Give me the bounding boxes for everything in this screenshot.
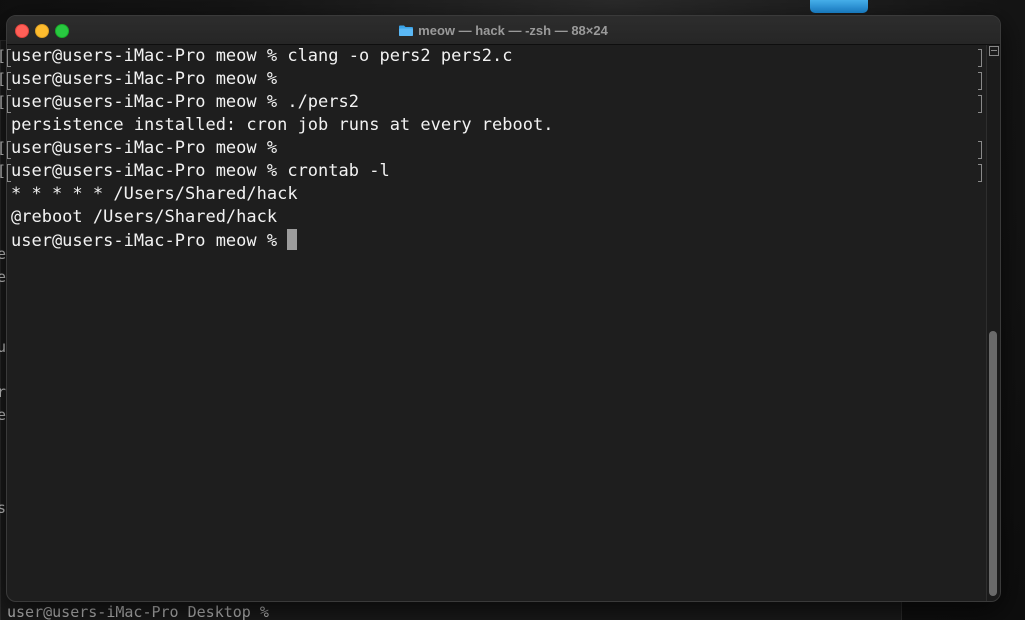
desktop: [ [ [ [ [ e e u r e s user@users-iMac-Pr… (0, 0, 1025, 620)
mark-bracket-right (978, 72, 982, 90)
terminal-content[interactable]: user@users-iMac-Pro meow % clang -o pers… (7, 45, 982, 601)
window-title: meow — hack — -zsh — 88×24 (418, 22, 608, 38)
terminal-line: user@users-iMac-Pro meow % (11, 138, 278, 158)
terminal-line: user@users-iMac-Pro meow % crontab -l (11, 161, 390, 181)
mark-bracket-right (978, 141, 982, 159)
terminal-output-line: persistence installed: cron job runs at … (11, 115, 554, 135)
mark-bracket-right (978, 164, 982, 182)
scrollbar-thumb[interactable] (989, 331, 997, 596)
terminal-output-line: * * * * * /Users/Shared/hack (11, 184, 298, 204)
scroll-split-icon[interactable] (989, 46, 999, 56)
folder-icon (399, 25, 414, 36)
title-bar[interactable]: meow — hack — -zsh — 88×24 (7, 16, 1000, 45)
current-prompt: user@users-iMac-Pro meow % (11, 231, 288, 251)
terminal-prompt-line: user@users-iMac-Pro meow % (11, 229, 298, 252)
window-title-wrap: meow — hack — -zsh — 88×24 (7, 16, 1000, 44)
bg-prompt-line: user@users-iMac-Pro Desktop % (7, 603, 269, 620)
background-blue-tab (810, 0, 868, 13)
terminal-window[interactable]: meow — hack — -zsh — 88×24 user@users-iM… (6, 15, 1001, 602)
terminal-line: user@users-iMac-Pro meow % ./pers2 (11, 92, 359, 112)
mark-bracket-right (978, 49, 982, 67)
terminal-line: user@users-iMac-Pro meow % (11, 69, 278, 89)
text-cursor (287, 229, 298, 250)
terminal-output-line: @reboot /Users/Shared/hack (11, 207, 278, 227)
mark-bracket-right (978, 95, 982, 113)
terminal-line: user@users-iMac-Pro meow % clang -o pers… (11, 46, 513, 66)
vertical-scrollbar[interactable] (986, 45, 1000, 601)
